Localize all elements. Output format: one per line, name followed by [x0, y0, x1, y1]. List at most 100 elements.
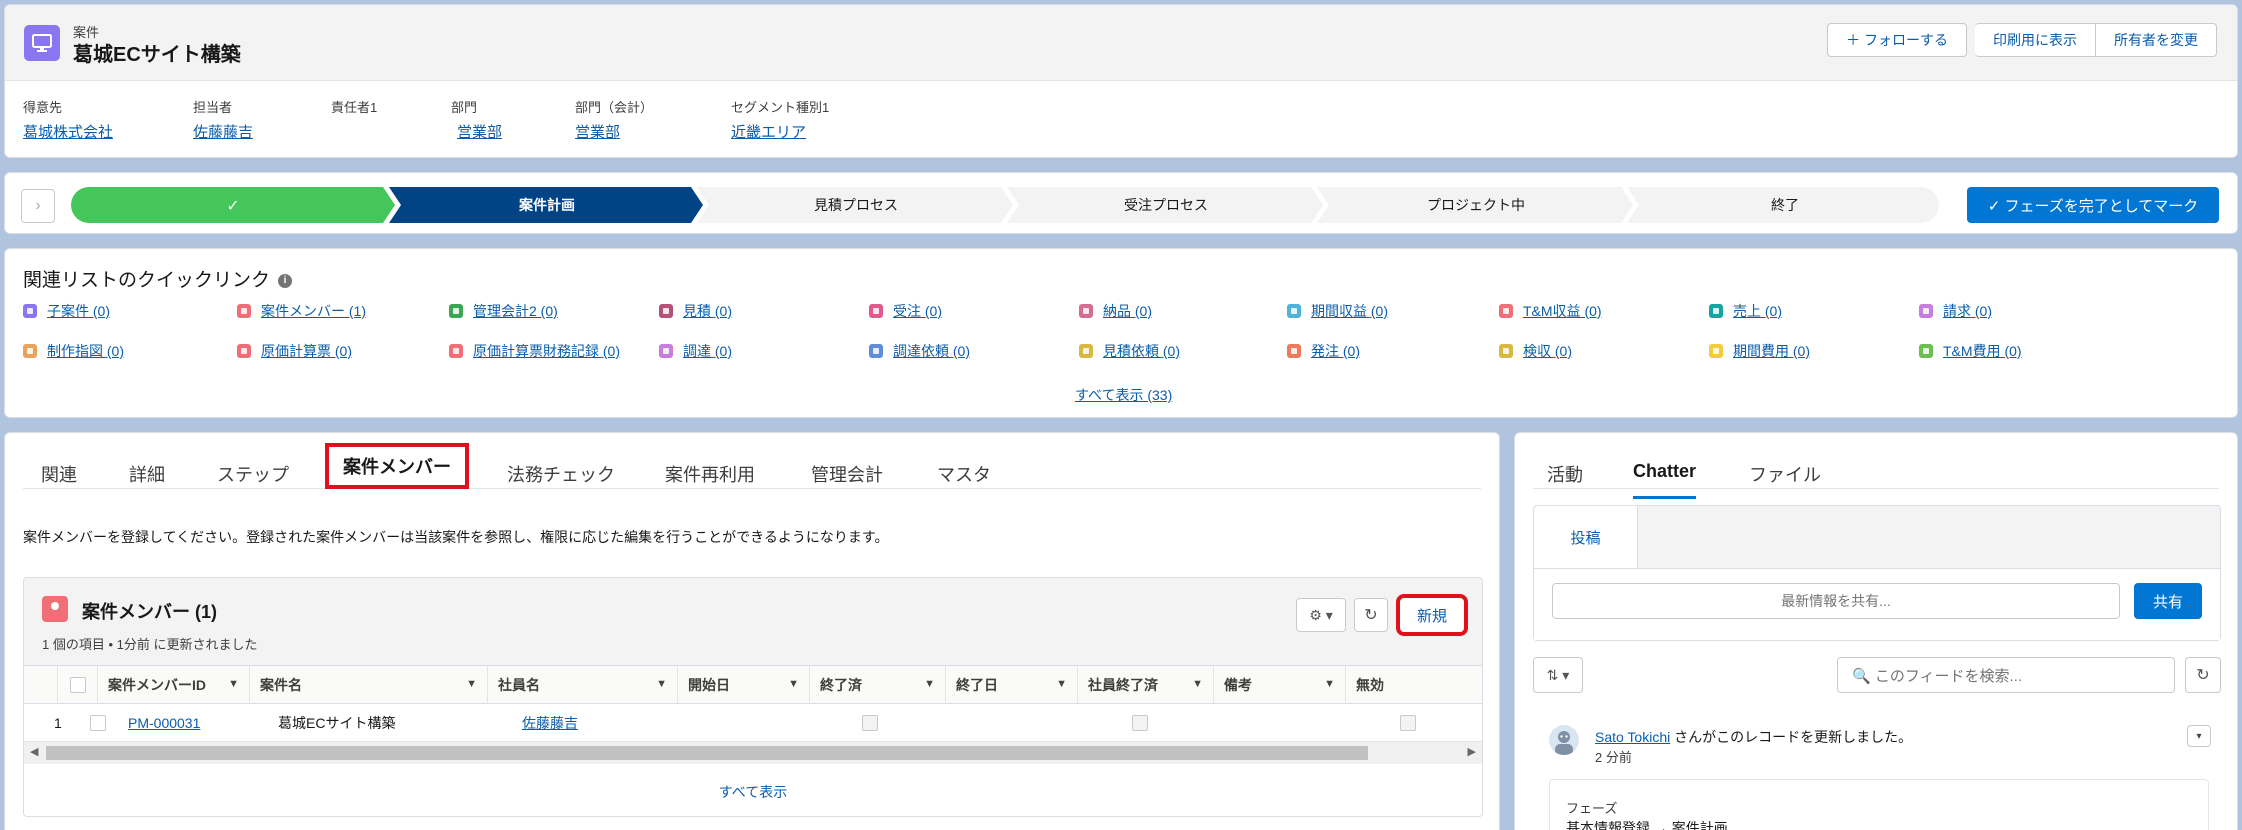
quick-link[interactable]: 検収 (0) [1499, 341, 1572, 361]
quick-link-label[interactable]: 制作指図 (0) [47, 341, 124, 361]
new-member-button[interactable]: 新規 [1396, 594, 1468, 636]
feed-timestamp[interactable]: 2 分前 [1595, 747, 1632, 766]
segment-link[interactable]: 近畿エリア [731, 121, 829, 142]
quick-link[interactable]: 見積 (0) [659, 301, 732, 321]
department-link[interactable]: 営業部 [457, 121, 502, 142]
quick-link[interactable]: 見積依頼 (0) [1079, 341, 1180, 361]
quick-link-label[interactable]: 子案件 (0) [47, 301, 110, 321]
quick-link-label[interactable]: 調達依頼 (0) [893, 341, 970, 361]
list-refresh-button[interactable]: ↻ [1354, 598, 1388, 632]
quick-link[interactable]: 調達 (0) [659, 341, 732, 361]
scroll-right-icon[interactable]: ▶ [1468, 745, 1476, 758]
quick-link[interactable]: T&M費用 (0) [1919, 341, 2022, 361]
quick-link-label[interactable]: 検収 (0) [1523, 341, 1572, 361]
tab-details[interactable]: 詳細 [129, 461, 165, 487]
share-update-input[interactable]: 最新情報を共有... [1552, 583, 2120, 619]
quick-link-label[interactable]: 原価計算票財務記録 (0) [473, 341, 620, 361]
chevron-down-icon[interactable]: ▼ [228, 678, 239, 690]
tab-reuse[interactable]: 案件再利用 [665, 461, 755, 487]
quick-link[interactable]: 原価計算票 (0) [237, 341, 352, 361]
select-all-checkbox[interactable] [69, 677, 86, 693]
quick-link[interactable]: 期間費用 (0) [1709, 341, 1810, 361]
column-header[interactable]: 社員名 ▼ [488, 666, 678, 704]
quick-link-label[interactable]: 案件メンバー (1) [261, 301, 366, 321]
quick-link[interactable]: 調達依頼 (0) [869, 341, 970, 361]
view-all-link[interactable]: すべて表示 [24, 782, 1482, 802]
quick-link-label[interactable]: 請求 (0) [1943, 301, 1992, 321]
employee-link[interactable]: 佐藤藤吉 [522, 704, 578, 742]
chevron-down-icon[interactable]: ▼ [1056, 678, 1067, 690]
feed-item-menu-button[interactable]: ▾ [2187, 725, 2211, 747]
quick-link-label[interactable]: 納品 (0) [1103, 301, 1152, 321]
tab-chatter[interactable]: Chatter [1633, 461, 1697, 499]
chevron-down-icon[interactable]: ▼ [466, 678, 477, 690]
quick-link[interactable]: 売上 (0) [1709, 301, 1782, 321]
quick-link[interactable]: 発注 (0) [1287, 341, 1360, 361]
row-checkbox[interactable] [90, 715, 106, 731]
tab-legal-check[interactable]: 法務チェック [507, 461, 615, 487]
quick-link-label[interactable]: 見積依頼 (0) [1103, 341, 1180, 361]
chevron-down-icon[interactable]: ▼ [788, 678, 799, 690]
member-id-link[interactable]: PM-000031 [128, 704, 200, 742]
tab-members[interactable]: 案件メンバー [325, 443, 469, 489]
tab-related[interactable]: 関連 [41, 461, 77, 487]
scrollbar-thumb[interactable] [46, 746, 1368, 760]
quick-link[interactable]: 期間収益 (0) [1287, 301, 1388, 321]
scroll-left-icon[interactable]: ◀ [30, 745, 38, 758]
quick-link[interactable]: 受注 (0) [869, 301, 942, 321]
follow-button[interactable]: ＋ フォローする [1827, 23, 1967, 57]
quick-link-label[interactable]: T&M費用 (0) [1943, 341, 2022, 361]
feed-sort-button[interactable]: ⇅ ▾ [1533, 657, 1583, 693]
column-header[interactable]: 社員終了済 ▼ [1078, 666, 1214, 704]
quick-link-label[interactable]: 調達 (0) [683, 341, 732, 361]
quick-link[interactable]: 子案件 (0) [23, 301, 110, 321]
column-header[interactable]: 終了済 ▼ [810, 666, 946, 704]
column-header[interactable]: 案件メンバーID ▼ [98, 666, 250, 704]
tab-management-accounting[interactable]: 管理会計 [811, 461, 883, 487]
feed-refresh-button[interactable]: ↻ [2185, 657, 2221, 693]
publisher-tab-post[interactable]: 投稿 [1534, 506, 1638, 568]
quick-link[interactable]: 請求 (0) [1919, 301, 1992, 321]
path-toggle-button[interactable]: › [21, 189, 55, 223]
feed-search-input[interactable]: 🔍 このフィードを検索... [1837, 657, 2175, 693]
tab-activity[interactable]: 活動 [1547, 461, 1583, 487]
quick-link-label[interactable]: 原価計算票 (0) [261, 341, 352, 361]
share-button[interactable]: 共有 [2134, 583, 2202, 619]
tab-master[interactable]: マスタ [937, 461, 991, 487]
quick-link-label[interactable]: 見積 (0) [683, 301, 732, 321]
quick-link-label[interactable]: 発注 (0) [1311, 341, 1360, 361]
column-header[interactable]: 無効 [1346, 666, 1482, 704]
quick-link[interactable]: 納品 (0) [1079, 301, 1152, 321]
quick-links-view-all[interactable]: すべて表示 (33) [1075, 385, 1172, 405]
change-owner-button[interactable]: 所有者を変更 [2096, 23, 2217, 57]
column-header[interactable]: 終了日 ▼ [946, 666, 1078, 704]
quick-link-label[interactable]: T&M収益 (0) [1523, 301, 1602, 321]
chevron-down-icon[interactable]: ▼ [656, 678, 667, 690]
quick-link-label[interactable]: 売上 (0) [1733, 301, 1782, 321]
chevron-down-icon[interactable]: ▼ [924, 678, 935, 690]
quick-link[interactable]: 原価計算票財務記録 (0) [449, 341, 620, 361]
print-view-button[interactable]: 印刷用に表示 [1975, 23, 2096, 57]
feed-user-link[interactable]: Sato Tokichi [1595, 729, 1670, 745]
quick-link-label[interactable]: 期間収益 (0) [1311, 301, 1388, 321]
mark-stage-complete-button[interactable]: ✓ フェーズを完了としてマーク [1967, 187, 2219, 223]
avatar[interactable] [1549, 725, 1579, 755]
column-header[interactable]: 案件名 ▼ [250, 666, 488, 704]
tab-files[interactable]: ファイル [1749, 461, 1821, 487]
department-accounting-link[interactable]: 営業部 [575, 121, 653, 142]
quick-link-label[interactable]: 受注 (0) [893, 301, 942, 321]
horizontal-scrollbar[interactable]: ◀ ▶ [24, 742, 1482, 764]
tab-steps[interactable]: ステップ [217, 461, 289, 487]
column-header[interactable]: 備考 ▼ [1214, 666, 1346, 704]
column-header[interactable]: 開始日 ▼ [678, 666, 810, 704]
list-settings-button[interactable]: ⚙ ▾ [1296, 598, 1346, 632]
customer-link[interactable]: 葛城株式会社 [23, 121, 113, 142]
quick-link[interactable]: 管理会計2 (0) [449, 301, 558, 321]
rep-link[interactable]: 佐藤藤吉 [193, 121, 253, 142]
quick-link-label[interactable]: 管理会計2 (0) [473, 301, 558, 321]
chevron-down-icon[interactable]: ▼ [1324, 678, 1335, 690]
chevron-down-icon[interactable]: ▼ [1192, 678, 1203, 690]
quick-link[interactable]: 案件メンバー (1) [237, 301, 366, 321]
quick-link[interactable]: T&M収益 (0) [1499, 301, 1602, 321]
quick-link-label[interactable]: 期間費用 (0) [1733, 341, 1810, 361]
